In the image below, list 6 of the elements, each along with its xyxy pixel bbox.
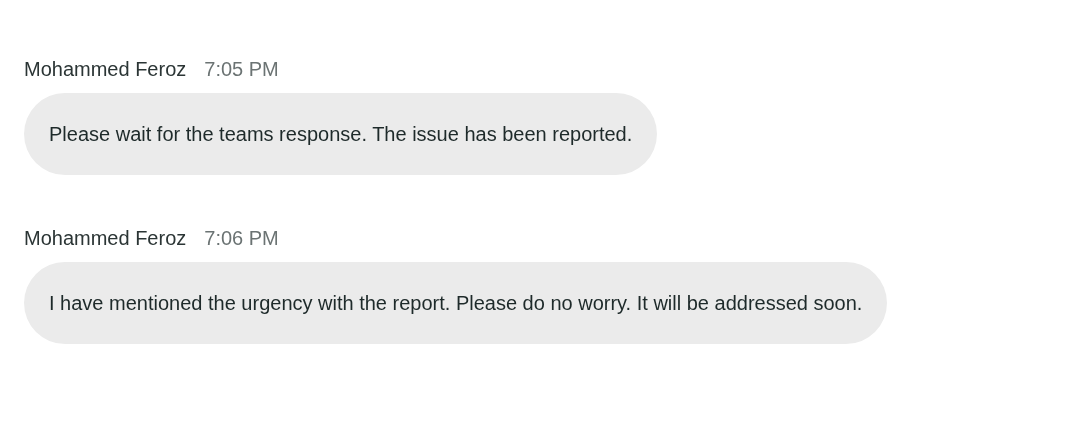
message-time: 7:05 PM [204, 58, 279, 81]
message-bubble: I have mentioned the urgency with the report. Please do no worry. It will be addressed soon. [24, 262, 888, 344]
sender-name: Mohammed Feroz [24, 58, 187, 81]
message-bubble: Please wait for the teams response. The issue has been reported. [24, 93, 658, 175]
message-time: 7:06 PM [204, 227, 279, 250]
sender-name: Mohammed Feroz [24, 227, 187, 250]
